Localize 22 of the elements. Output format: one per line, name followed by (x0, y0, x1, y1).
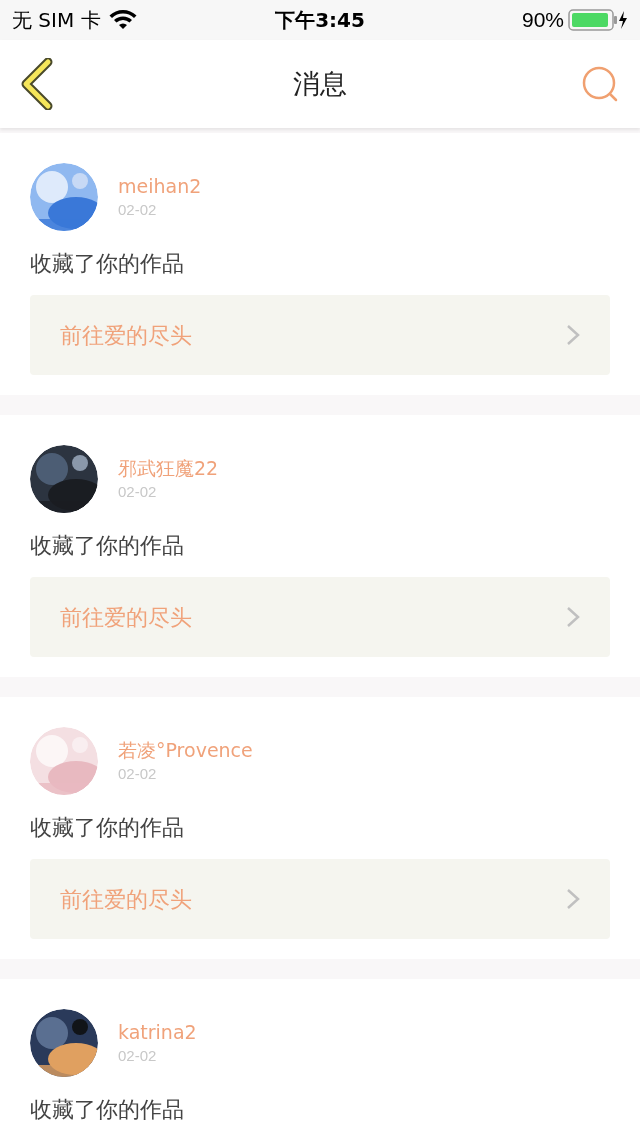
chevron-left-icon (20, 58, 54, 110)
user-name: meihan2 (118, 174, 202, 199)
wifi-icon (108, 10, 137, 30)
work-link[interactable]: 前往爱的尽头 (30, 577, 610, 657)
chevron-right-icon (566, 606, 580, 628)
battery-icon (568, 9, 628, 31)
message-text: 收藏了你的作品 (30, 532, 185, 560)
carrier-label: 无 SIM 卡 (12, 7, 101, 34)
work-link[interactable]: 前往爱的尽头 (30, 295, 610, 375)
user-name: 邪武狂魔22 (118, 456, 219, 481)
chevron-right-icon (566, 888, 580, 910)
user-name: 若凌°Provence (118, 738, 253, 763)
work-link[interactable]: 前往爱的尽头 (30, 859, 610, 939)
message-text: 收藏了你的作品 (30, 814, 185, 842)
clock: 下午3:45 (275, 7, 365, 34)
user-name: katrina2 (118, 1020, 197, 1045)
page-title: 消息 (293, 66, 347, 101)
message-text: 收藏了你的作品 (30, 1096, 185, 1124)
message-text: 收藏了你的作品 (30, 250, 185, 278)
battery-percent: 90% (521, 7, 564, 34)
search-icon (581, 65, 619, 103)
chevron-right-icon (566, 324, 580, 346)
